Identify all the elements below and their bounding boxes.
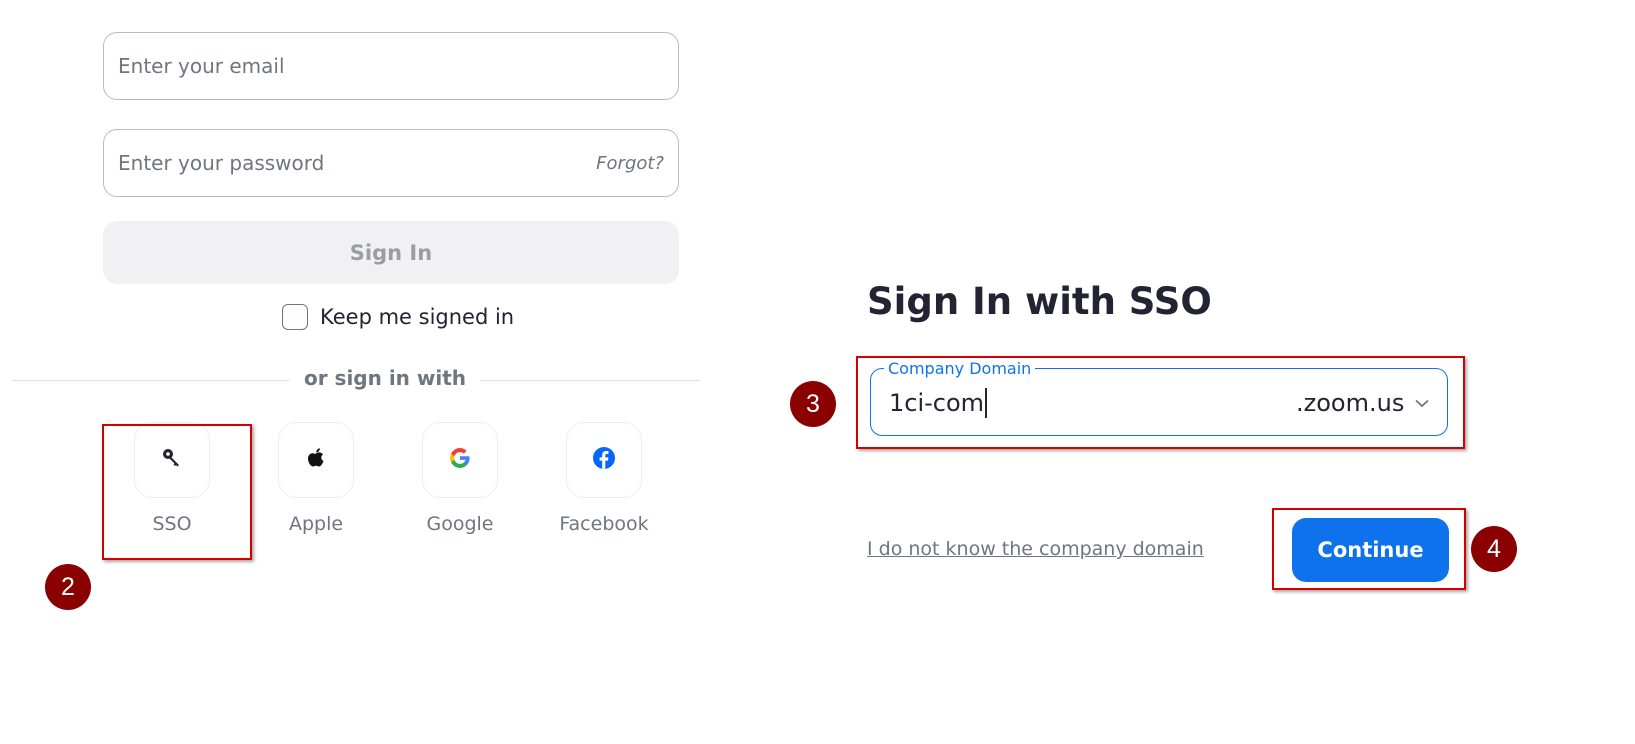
password-placeholder: Enter your password — [118, 151, 325, 175]
step-3-marker: 3 — [790, 381, 836, 427]
divider-text: or sign in with — [289, 366, 481, 390]
facebook-label: Facebook — [559, 513, 649, 535]
email-field[interactable]: Enter your email — [103, 32, 679, 100]
google-icon — [448, 446, 472, 474]
google-label: Google — [426, 513, 494, 535]
facebook-button[interactable] — [566, 422, 642, 498]
password-field[interactable]: Enter your password Forgot? — [103, 129, 679, 197]
domain-highlight-box — [856, 356, 1465, 449]
forgot-password-link[interactable]: Forgot? — [596, 153, 664, 174]
continue-highlight-box — [1272, 508, 1466, 590]
apple-icon — [306, 447, 326, 473]
keep-signed-in[interactable]: Keep me signed in — [282, 304, 514, 330]
divider: or sign in with — [12, 366, 758, 390]
keep-signed-in-label: Keep me signed in — [320, 305, 515, 329]
email-placeholder: Enter your email — [118, 54, 285, 78]
facebook-icon — [592, 446, 616, 474]
google-button[interactable] — [422, 422, 498, 498]
sso-title: Sign In with SSO — [867, 280, 1212, 323]
keep-signed-in-checkbox[interactable] — [282, 304, 308, 330]
sign-in-button[interactable]: Sign In — [103, 221, 679, 284]
step-2-marker: 2 — [45, 564, 91, 610]
unknown-domain-link[interactable]: I do not know the company domain — [867, 538, 1204, 560]
step-4-marker: 4 — [1471, 526, 1517, 572]
sso-highlight-box — [102, 424, 252, 560]
apple-button[interactable] — [278, 422, 354, 498]
apple-label: Apple — [288, 513, 344, 535]
